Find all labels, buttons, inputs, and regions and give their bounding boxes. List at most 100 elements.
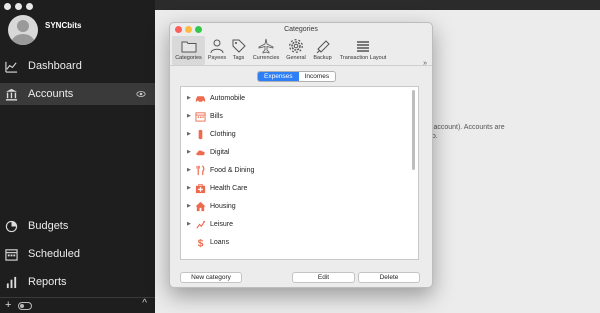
sidebar-item-label: Budgets: [28, 220, 69, 232]
toggle-switch[interactable]: [18, 302, 32, 310]
gear-icon: [289, 39, 303, 53]
background-text: k account). Accounts are: [428, 124, 505, 131]
chevron-right-icon[interactable]: »: [423, 60, 427, 67]
calendar-icon: [195, 111, 206, 122]
avatar[interactable]: [8, 15, 38, 45]
clothing-icon: [198, 129, 203, 139]
main-titlebar: [155, 0, 600, 10]
tab-expenses[interactable]: Expenses: [258, 72, 299, 81]
folder-icon: [181, 41, 196, 53]
category-label: Health Care: [210, 184, 248, 192]
background-text: go.: [428, 133, 600, 140]
list-item[interactable]: ▶ Food & Dining: [181, 161, 418, 179]
tab-transaction-layout[interactable]: Transaction Layout: [336, 36, 390, 65]
disclosure-triangle-icon[interactable]: ▶: [187, 149, 191, 155]
tab-currencies[interactable]: Currencies: [250, 36, 282, 65]
tab-label: General: [286, 55, 306, 61]
avatar-body: [11, 34, 35, 45]
sidebar-footer: + ^: [0, 297, 155, 313]
edit-button[interactable]: Edit: [292, 272, 355, 283]
list-item[interactable]: ▶ Leisure: [181, 215, 418, 233]
tab-incomes[interactable]: Incomes: [298, 72, 336, 81]
sidebar-item-reports[interactable]: Reports: [0, 271, 155, 293]
house-icon: [195, 201, 206, 211]
bars-icon: [6, 276, 17, 288]
utensils-icon: [196, 164, 205, 175]
category-list[interactable]: ▶ Automobile ▶ Bills ▶ Clothing ▶ Digita…: [180, 86, 419, 260]
tab-backup[interactable]: Backup: [310, 36, 335, 65]
sidebar-item-scheduled[interactable]: Scheduled: [0, 243, 155, 265]
list-item[interactable]: ▶ Health Care: [181, 179, 418, 197]
window-controls: [4, 3, 33, 10]
disclosure-triangle-icon[interactable]: ▶: [187, 185, 191, 191]
tab-label: Currencies: [252, 55, 280, 61]
tab-categories[interactable]: Categories: [172, 36, 205, 65]
list-item[interactable]: ▶ Digital: [181, 143, 418, 161]
dialog-close-button[interactable]: [175, 26, 182, 33]
list-item[interactable]: ▶ Clothing: [181, 125, 418, 143]
dialog-minimize-button[interactable]: [185, 26, 192, 33]
cloud-icon: [196, 149, 205, 155]
list-scrollbar[interactable]: [412, 90, 415, 170]
airplane-icon: [258, 38, 274, 54]
category-label: Food & Dining: [210, 166, 255, 174]
category-label: Digital: [210, 148, 230, 156]
sidebar-item-dashboard[interactable]: Dashboard: [0, 55, 155, 77]
dialog-zoom-button[interactable]: [195, 26, 202, 33]
leisure-icon: [196, 220, 206, 228]
tab-general[interactable]: General: [283, 36, 309, 65]
medical-icon: [195, 183, 206, 193]
category-label: Clothing: [210, 130, 236, 138]
disclosure-triangle-icon[interactable]: ▶: [187, 167, 191, 173]
disclosure-triangle-icon[interactable]: ▶: [187, 221, 191, 227]
tab-label: Tags: [232, 55, 245, 61]
sidebar-item-accounts[interactable]: Accounts: [0, 83, 155, 105]
disclosure-triangle-icon[interactable]: ▶: [187, 131, 191, 137]
category-label: Housing: [210, 202, 236, 210]
tab-label: Categories: [175, 55, 202, 61]
calendar-icon: [5, 248, 18, 261]
sidebar-item-budgets[interactable]: Budgets: [0, 215, 155, 237]
list-item[interactable]: ▶ Housing: [181, 197, 418, 215]
sidebar-item-label: Scheduled: [28, 248, 80, 260]
tag-icon: [232, 39, 246, 53]
tab-label: Backup: [313, 55, 332, 61]
list-item[interactable]: ▶ Automobile: [181, 89, 418, 107]
close-window-button[interactable]: [4, 3, 11, 10]
category-label: Automobile: [210, 94, 246, 102]
category-label: Leisure: [210, 220, 233, 228]
minimize-window-button[interactable]: [15, 3, 22, 10]
category-label: Bills: [210, 112, 223, 120]
chevron-up-icon[interactable]: ^: [142, 298, 147, 309]
add-account-button[interactable]: +: [5, 299, 11, 311]
person-icon: [210, 39, 224, 54]
dollar-icon: $: [198, 238, 204, 247]
sidebar: SYNCbits Dashboard Accounts Budgets Sche…: [0, 0, 155, 313]
pie-icon: [5, 220, 18, 232]
delete-button[interactable]: Delete: [358, 272, 420, 283]
sidebar-item-label: Accounts: [28, 88, 74, 100]
disclosure-triangle-icon[interactable]: ▶: [187, 203, 191, 209]
category-label: Loans: [210, 238, 230, 246]
new-category-button[interactable]: New category: [180, 272, 242, 283]
disclosure-triangle-icon[interactable]: ▶: [187, 95, 191, 101]
list-item[interactable]: $ Loans: [181, 233, 418, 251]
disclosure-triangle-icon[interactable]: ▶: [187, 113, 191, 119]
category-type-selector: Expenses Incomes: [257, 71, 337, 82]
car-icon: [195, 95, 206, 103]
tab-label: Payees: [207, 55, 227, 61]
username: SYNCbits: [45, 21, 82, 30]
avatar-head: [17, 20, 29, 32]
zoom-window-button[interactable]: [26, 3, 33, 10]
eye-icon[interactable]: [136, 89, 146, 99]
dialog-title: Categories: [284, 26, 318, 33]
bank-icon: [5, 88, 18, 101]
tab-tags[interactable]: Tags: [229, 36, 248, 65]
sidebar-item-label: Dashboard: [28, 60, 82, 72]
chart-icon: [5, 61, 18, 73]
list-icon: [357, 41, 369, 52]
list-item[interactable]: ▶ Bills: [181, 107, 418, 125]
tab-label: Transaction Layout: [339, 55, 387, 61]
backup-icon: [316, 40, 330, 54]
tab-payees[interactable]: Payees: [206, 36, 228, 65]
